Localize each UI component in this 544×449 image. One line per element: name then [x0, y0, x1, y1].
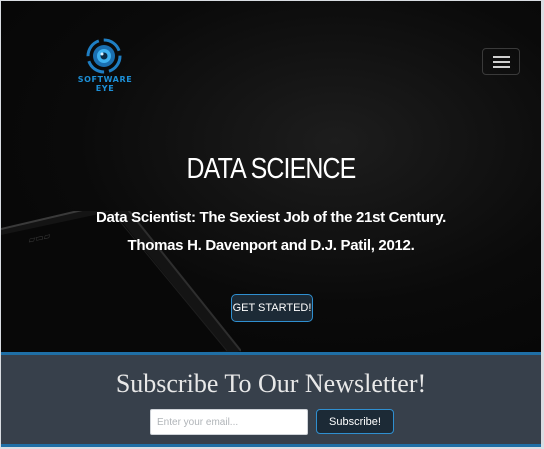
email-input[interactable]	[150, 409, 308, 435]
newsletter-section: Subscribe To Our Newsletter! Subscribe!	[1, 352, 541, 447]
laptop-background-image: ▱▭▱	[1, 211, 241, 352]
brand-logo[interactable]: SOFTWARE EYE	[67, 38, 143, 93]
hero-quote-line1: Data Scientist: The Sexiest Job of the 2…	[95, 209, 447, 226]
eye-logo-icon	[86, 38, 122, 74]
subscribe-button[interactable]: Subscribe!	[316, 409, 394, 434]
page-frame: ▱▭▱ SOFTWARE EYE DATA SCIENCE Data Scien…	[1, 1, 541, 447]
brand-name: SOFTWARE EYE	[77, 75, 133, 93]
hero-title: DATA SCIENCE	[186, 153, 357, 185]
newsletter-title: Subscribe To Our Newsletter!	[115, 369, 427, 398]
hero-quote-line2: Thomas H. Davenport and D.J. Patil, 2012…	[127, 237, 415, 254]
get-started-button[interactable]: GET STARTED!	[231, 294, 313, 322]
menu-toggle-button[interactable]	[482, 48, 520, 75]
hamburger-menu-icon-bar	[493, 66, 510, 68]
hamburger-menu-icon	[493, 56, 510, 58]
hero-section: ▱▭▱ SOFTWARE EYE DATA SCIENCE Data Scien…	[1, 1, 541, 352]
hamburger-menu-icon-bar	[493, 61, 510, 63]
